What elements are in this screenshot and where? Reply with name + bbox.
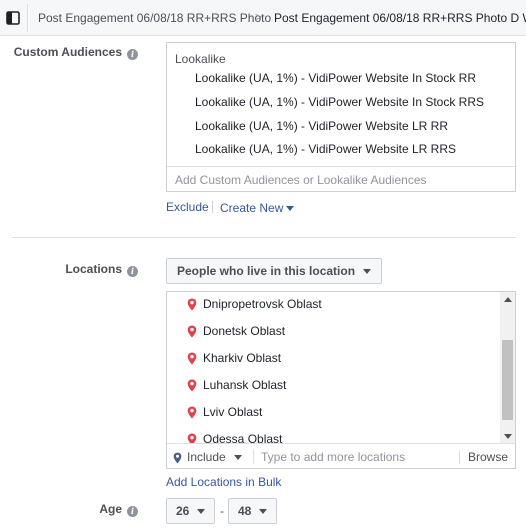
custom-audiences-list: Lookalike Lookalike (UA, 1%) - VidiPower… xyxy=(167,43,515,167)
location-pin-icon xyxy=(187,379,197,392)
age-label-text: Age xyxy=(99,502,122,516)
include-label: Include xyxy=(187,450,226,464)
locations-footer: Include Browse xyxy=(167,445,515,469)
chevron-down-icon xyxy=(363,269,372,274)
panel-toggle-button[interactable] xyxy=(0,4,28,32)
section-divider xyxy=(12,237,516,238)
footer-divider xyxy=(253,450,254,464)
location-type-dropdown[interactable]: People who live in this location xyxy=(166,258,383,284)
chevron-down-icon xyxy=(286,206,295,211)
scroll-down-arrow-icon[interactable] xyxy=(504,434,512,439)
chevron-down-icon xyxy=(197,509,206,514)
audience-item[interactable]: Lookalike (UA, 1%) - VidiPower Website L… xyxy=(195,142,456,156)
audience-item[interactable]: Lookalike (UA, 1%) - VidiPower Website L… xyxy=(195,119,448,133)
location-pin-icon xyxy=(187,298,197,311)
breadcrumb-ad-set[interactable]: Post Engagement 06/08/18 RR+RRS Photo D … xyxy=(274,11,526,25)
location-pin-icon xyxy=(187,352,197,365)
breadcrumb-separator: > xyxy=(255,10,263,24)
breadcrumb-campaign[interactable]: Post Engagement 06/08/18 RR+RRS Photo xyxy=(38,11,271,25)
chevron-down-icon xyxy=(233,455,242,460)
breadcrumb-bar: Post Engagement 06/08/18 RR+RRS Photo > … xyxy=(0,0,526,36)
location-name: Dnipropetrovsk Oblast xyxy=(203,297,322,311)
create-new-label: Create New xyxy=(220,201,284,215)
location-pin-icon xyxy=(187,406,197,419)
chevron-down-icon xyxy=(259,509,268,514)
custom-audiences-box: Lookalike Lookalike (UA, 1%) - VidiPower… xyxy=(166,42,516,192)
age-max-value: 48 xyxy=(238,504,252,518)
age-label: Age i xyxy=(99,502,138,517)
create-new-dropdown[interactable]: Create New xyxy=(220,201,295,215)
locations-box: Dnipropetrovsk Oblast Donetsk Oblast Kha… xyxy=(166,291,516,469)
info-icon[interactable]: i xyxy=(127,49,138,60)
exclude-link[interactable]: Exclude xyxy=(166,200,209,214)
location-name: Odessa Oblast xyxy=(203,432,283,444)
info-icon[interactable]: i xyxy=(127,506,138,517)
locations-label-text: Locations xyxy=(65,262,122,276)
panel-toggle-icon xyxy=(6,11,20,25)
location-pin-icon xyxy=(173,452,182,464)
locations-scrollbar[interactable] xyxy=(500,292,515,443)
custom-audiences-label-text: Custom Audiences xyxy=(13,45,122,59)
location-name: Donetsk Oblast xyxy=(203,324,286,338)
location-type-label: People who live in this location xyxy=(177,264,356,278)
locations-label: Locations i xyxy=(65,262,138,277)
scroll-up-arrow-icon[interactable] xyxy=(504,297,512,302)
link-divider xyxy=(212,201,213,213)
location-name: Lviv Oblast xyxy=(203,405,263,419)
location-name: Kharkiv Oblast xyxy=(203,351,282,365)
age-max-dropdown[interactable]: 48 xyxy=(228,498,278,524)
location-pin-icon xyxy=(187,433,197,443)
age-min-dropdown[interactable]: 26 xyxy=(166,498,216,524)
audience-item[interactable]: Lookalike (UA, 1%) - VidiPower Website I… xyxy=(195,95,484,109)
info-icon[interactable]: i xyxy=(127,266,138,277)
age-range-separator: - xyxy=(220,504,224,518)
audience-item[interactable]: Lookalike (UA, 1%) - VidiPower Website I… xyxy=(195,71,476,85)
add-locations-bulk-link[interactable]: Add Locations in Bulk xyxy=(166,475,281,489)
custom-audiences-input[interactable] xyxy=(167,168,515,192)
location-name: Luhansk Oblast xyxy=(203,378,287,392)
include-dropdown[interactable]: Include xyxy=(173,445,242,469)
location-search-input[interactable] xyxy=(257,445,457,469)
scrollbar-thumb[interactable] xyxy=(502,340,513,420)
browse-button[interactable]: Browse xyxy=(468,445,508,469)
audience-group-label: Lookalike xyxy=(175,52,226,66)
custom-audiences-label: Custom Audiences i xyxy=(14,45,138,60)
age-min-value: 26 xyxy=(176,504,190,518)
location-pin-icon xyxy=(187,325,197,338)
footer-divider xyxy=(459,450,460,464)
locations-list: Dnipropetrovsk Oblast Donetsk Oblast Kha… xyxy=(167,292,515,444)
